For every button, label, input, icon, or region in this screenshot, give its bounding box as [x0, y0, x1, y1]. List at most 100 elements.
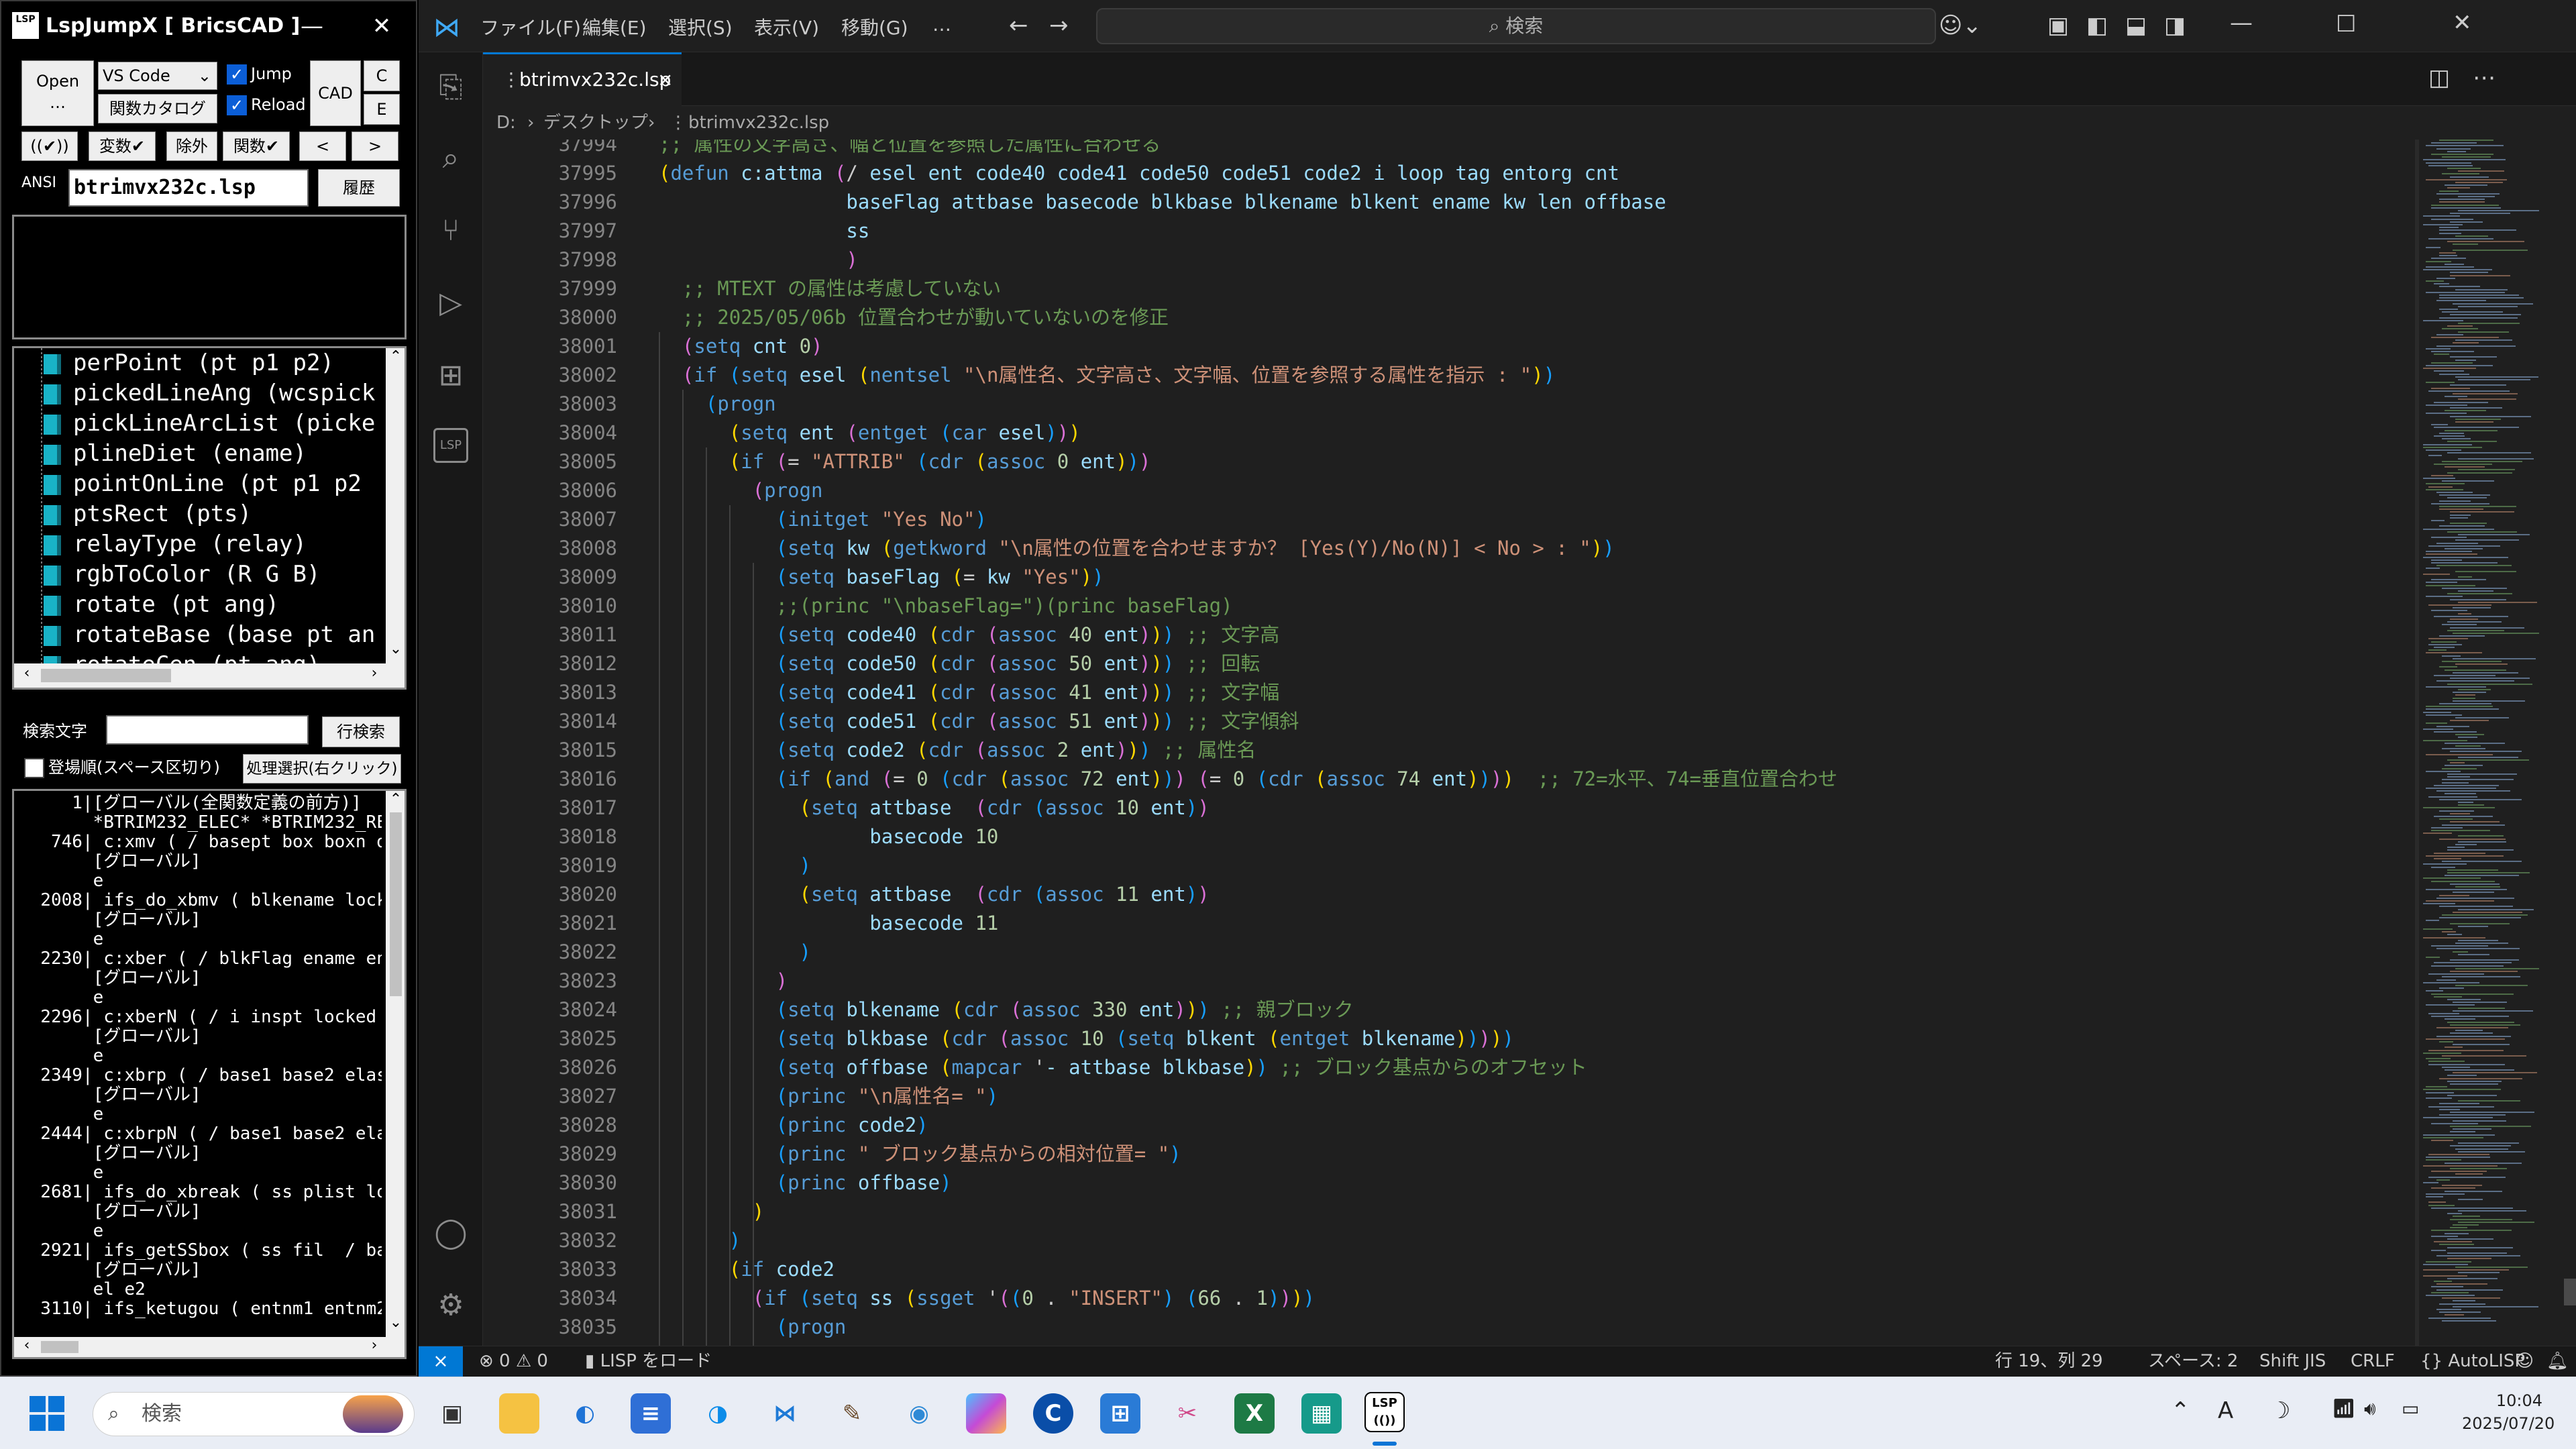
menu-go[interactable]: 移動(G)	[841, 13, 908, 40]
code-line[interactable]: (setq offbase (mapcar '- attbase blkbase…	[659, 1053, 1587, 1082]
tree-item[interactable]: pickLineArcList (picke	[44, 409, 392, 439]
code-line[interactable]: (princ "\n属性名= ")	[659, 1082, 998, 1111]
function-catalog-button[interactable]: 関数カタログ	[98, 94, 217, 123]
globe-app-icon[interactable]: ◉	[899, 1393, 939, 1434]
store-icon[interactable]: ⊞	[1100, 1393, 1140, 1434]
open-button[interactable]: Open …	[21, 60, 94, 126]
result-line[interactable]: e	[19, 1046, 382, 1066]
paren-toggle-button[interactable]: ((✔))	[21, 131, 78, 161]
file-explorer-icon[interactable]	[499, 1393, 539, 1434]
scroll-left-icon[interactable]: ‹	[17, 1337, 37, 1354]
result-line[interactable]: 3110| ifs_ketugou ( entnm1 entnm2 / co	[19, 1299, 382, 1319]
scroll-up-icon[interactable]: ⌃	[386, 348, 405, 365]
results-horizontal-scrollbar[interactable]: ‹ ›	[14, 1337, 405, 1357]
code-line[interactable]: (initget "Yes No")	[659, 505, 987, 534]
jump-checkbox[interactable]: ✓ Jump	[227, 64, 292, 85]
excel-icon[interactable]: X	[1234, 1393, 1275, 1434]
code-line[interactable]: (princ offbase)	[659, 1169, 952, 1197]
minimap-slider[interactable]	[2564, 1279, 2576, 1305]
lspjump-taskbar-icon[interactable]: LSP (())	[1364, 1392, 1405, 1432]
scroll-right-icon[interactable]: ›	[364, 665, 384, 682]
wifi-icon[interactable]: 📶︎	[2332, 1397, 2356, 1419]
results-list[interactable]: 1|[グローバル(全関数定義の前方)] *BTRIM232_ELEC* *BTR…	[12, 789, 407, 1359]
menu-more[interactable]: …	[932, 13, 951, 36]
encoding-status[interactable]: Shift JIS	[2259, 1346, 2326, 1376]
scroll-down-icon[interactable]: ⌄	[386, 1314, 405, 1331]
remote-icon[interactable]: ⨯	[419, 1346, 463, 1377]
lsp-extension-icon[interactable]: LSP	[433, 428, 468, 463]
lisp-load-status[interactable]: ▮ LISP をロード	[585, 1346, 712, 1376]
result-line[interactable]: 2230| c:xber ( / blkFlag ename ent esel	[19, 949, 382, 969]
ime-indicator[interactable]: A	[2218, 1397, 2233, 1424]
tree-item[interactable]: rotate (pt ang)	[44, 590, 392, 620]
windows-start-icon[interactable]	[30, 1396, 64, 1431]
code-line[interactable]: (princ code2)	[659, 1111, 928, 1140]
window-close-icon[interactable]: ✕	[2453, 9, 2472, 36]
code-line[interactable]: ;; 属性の文字高さ、幅と位置を参照した属性に合わせる	[659, 140, 1161, 159]
tree-horizontal-scrollbar[interactable]: ‹ ›	[14, 663, 405, 688]
tab-btrimvx232c[interactable]: ⋮ btrimvx232c.lsp ×	[483, 52, 682, 106]
result-line[interactable]: [グローバル]	[19, 1260, 382, 1280]
code-line[interactable]: (progn	[659, 390, 776, 419]
menu-file[interactable]: ファイル(F)	[480, 13, 581, 40]
result-line[interactable]: [グローバル]	[19, 1144, 382, 1163]
results-vertical-scrollbar[interactable]: ⌃ ⌄	[386, 791, 405, 1337]
bricscad-icon[interactable]: C	[1033, 1393, 1073, 1434]
back-arrow-icon[interactable]: ←	[1009, 12, 1028, 39]
next-button[interactable]: >	[352, 131, 398, 161]
code-line[interactable]: (setq code40 (cdr (assoc 40 ent))) ;; 文字…	[659, 621, 1280, 649]
result-line[interactable]: e	[19, 988, 382, 1008]
function-tree[interactable]: perPoint (pt p1 p2) pickedLineAng (wcspi…	[12, 346, 407, 690]
code-line[interactable]: (setq code2 (cdr (assoc 2 ent))) ;; 属性名	[659, 736, 1256, 765]
code-line[interactable]: (defun c:attma (/ esel ent code40 code41…	[659, 159, 1619, 188]
result-line[interactable]: *BTRIM232_ELEC* *BTRIM232_RENZOKU*	[19, 813, 382, 833]
tray-overflow-chevron-icon[interactable]: ⌃	[2171, 1397, 2190, 1424]
search-input[interactable]	[106, 715, 309, 745]
breadcrumb-folder[interactable]: デスクトップ	[543, 106, 648, 140]
copilot-app-icon[interactable]	[966, 1393, 1006, 1434]
code-line[interactable]: ss	[659, 217, 869, 246]
code-line[interactable]: (if code2	[659, 1255, 835, 1284]
breadcrumb-file[interactable]: btrimvx232c.lsp	[688, 106, 829, 140]
code-line[interactable]: (setq attbase (cdr (assoc 11 ent))	[659, 880, 1210, 909]
code-line[interactable]: (setq blkename (cdr (assoc 330 ent))) ;;…	[659, 996, 1354, 1024]
forward-arrow-icon[interactable]: →	[1049, 12, 1069, 39]
result-line[interactable]: 1|[グローバル(全関数定義の前方)]	[19, 794, 382, 813]
accounts-icon[interactable]: ◯	[431, 1213, 471, 1253]
code-line[interactable]: (setq kw (getkword "\n属性の位置を合わせますか？ [Yes…	[659, 534, 1615, 563]
toggle-primary-sidebar-icon[interactable]: ◧	[2086, 12, 2108, 39]
code-line[interactable]: )	[659, 967, 788, 996]
tree-item[interactable]: rgbToColor (R G B)	[44, 559, 392, 590]
tree-vertical-scrollbar[interactable]: ⌃ ⌄	[386, 348, 405, 663]
scroll-left-icon[interactable]: ‹	[17, 665, 37, 682]
notifications-bell-icon[interactable]: 🔔︎	[2546, 1346, 2569, 1376]
taskbar-search[interactable]: ⌕ 検索	[93, 1392, 415, 1436]
edge-app-icon[interactable]: ◐	[565, 1393, 605, 1434]
file-name-field[interactable]: btrimvx232c.lsp	[68, 169, 309, 207]
result-line[interactable]: [グローバル]	[19, 969, 382, 988]
edge-browser-icon[interactable]: ◑	[698, 1393, 738, 1434]
code-line[interactable]: (princ " ブロック基点からの相対位置= ")	[659, 1140, 1181, 1169]
result-line[interactable]: el e2	[19, 1280, 382, 1299]
tree-item[interactable]: rotateCen (pt ang)	[44, 650, 392, 663]
scroll-down-icon[interactable]: ⌄	[386, 641, 405, 657]
history-button[interactable]: 履歴	[318, 169, 400, 207]
layout-customize-icon[interactable]: ▣	[2047, 12, 2069, 39]
snipping-tool-icon[interactable]: ✂	[1167, 1393, 1208, 1434]
result-line[interactable]: e	[19, 930, 382, 949]
code-line[interactable]: (if (and (= 0 (cdr (assoc 72 ent))) (= 0…	[659, 765, 1837, 794]
result-line[interactable]: [グローバル]	[19, 852, 382, 871]
result-line[interactable]: 2296| c:xberN ( / i inspt locked loop n	[19, 1008, 382, 1027]
toggle-secondary-sidebar-icon[interactable]: ◨	[2164, 12, 2186, 39]
result-line[interactable]: [グローバル]	[19, 910, 382, 930]
lspjump-titlebar[interactable]: LSP LspJumpX [ BricsCAD ] — ✕	[1, 1, 416, 51]
result-line[interactable]: 2444| c:xbrpN ( / base1 base2 elast1 el	[19, 1124, 382, 1144]
code-line[interactable]: (setq baseFlag (= kw "Yes"))	[659, 563, 1104, 592]
result-line[interactable]: 2008| ifs_do_xbmv ( blkename locked /	[19, 891, 382, 910]
results-scroll-thumb[interactable]	[390, 812, 402, 996]
result-line[interactable]: e	[19, 1163, 382, 1183]
tree-item[interactable]: ptsRect (pts)	[44, 499, 392, 529]
split-editor-icon[interactable]: ◫	[2428, 64, 2450, 91]
code-line[interactable]: (setq code51 (cdr (assoc 51 ent))) ;; 文字…	[659, 707, 1299, 736]
result-line[interactable]: 2681| ifs_do_xbreak ( ss plist locked	[19, 1183, 382, 1202]
